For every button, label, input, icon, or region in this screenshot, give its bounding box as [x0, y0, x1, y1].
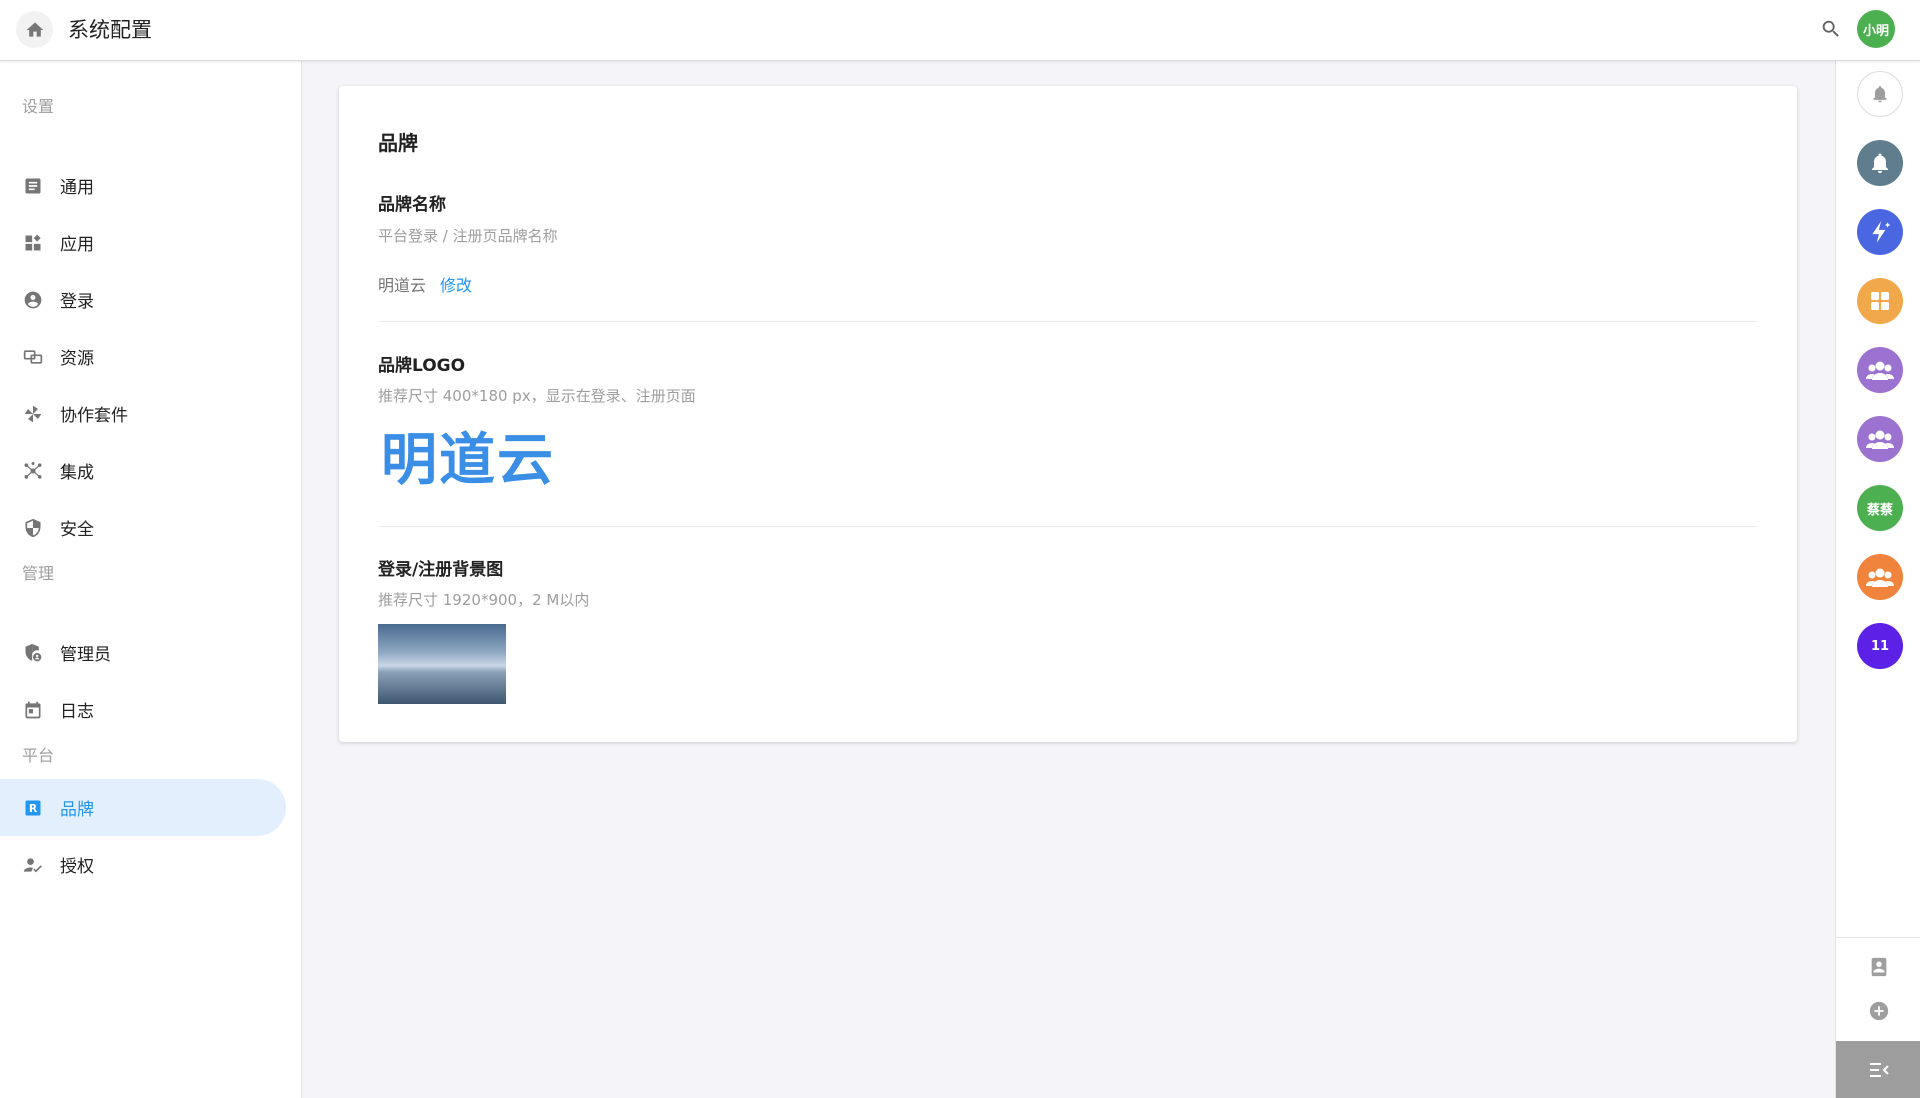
person-check-icon: [22, 854, 44, 876]
sidebar-item-resources[interactable]: 资源: [0, 328, 286, 385]
sidebar-item-label: 日志: [60, 702, 94, 722]
brand-r-icon: R: [22, 797, 44, 819]
contact-avatar-11[interactable]: 11: [1857, 623, 1903, 669]
apps-grid-icon: [22, 232, 44, 254]
notification-bot-button[interactable]: [1857, 140, 1903, 186]
group-icon: [1866, 361, 1894, 380]
sidebar-item-label: 集成: [60, 463, 94, 483]
section-label-manage: 管理: [22, 564, 55, 583]
sidebar-item-brand[interactable]: R 品牌: [0, 779, 286, 836]
pinwheel-icon: [22, 403, 44, 425]
resources-icon: [22, 346, 44, 368]
sidebar-item-apps[interactable]: 应用: [0, 214, 286, 271]
add-chat-button[interactable]: [1866, 998, 1892, 1024]
group-icon: [1866, 430, 1894, 449]
divider: [378, 321, 1758, 322]
collapse-menu-icon: [1869, 1062, 1889, 1077]
sidebar-item-label: 品牌: [60, 800, 94, 820]
brand-logo-image[interactable]: 明道云: [381, 422, 571, 500]
sidebar-item-general[interactable]: 通用: [0, 157, 286, 214]
sidebar-item-collab-suite[interactable]: 协作套件: [0, 385, 286, 442]
brand-name-value: 明道云: [378, 276, 427, 295]
search-icon: [1822, 20, 1839, 37]
contacts-button[interactable]: [1866, 954, 1892, 980]
group-chat-button-3[interactable]: [1857, 554, 1903, 600]
group-chat-button-2[interactable]: [1857, 416, 1903, 462]
right-rail: 蔡蔡 11: [1835, 61, 1920, 1098]
bg-image-label: 登录/注册背景图: [378, 560, 504, 580]
calendar-icon: [22, 699, 44, 721]
sidebar-item-label: 登录: [60, 292, 94, 312]
divider: [378, 526, 1758, 527]
search-button[interactable]: [1818, 16, 1844, 42]
sidebar-item-label: 管理员: [60, 645, 111, 665]
group-chat-button-1[interactable]: [1857, 347, 1903, 393]
admin-shield-icon: [22, 642, 44, 664]
collapse-rail-button[interactable]: [1836, 1041, 1920, 1098]
user-avatar[interactable]: 小明: [1857, 10, 1895, 48]
section-label-platform: 平台: [22, 746, 55, 765]
bell-icon: [1872, 153, 1888, 173]
sidebar-item-admins[interactable]: 管理员: [0, 624, 286, 681]
sidebar-item-logs[interactable]: 日志: [0, 681, 286, 738]
sidebar-item-license[interactable]: 授权: [0, 836, 286, 893]
bell-icon: [1873, 86, 1887, 103]
page-title: 系统配置: [68, 18, 152, 42]
notification-outline-button[interactable]: [1857, 71, 1903, 117]
svg-text:R: R: [29, 802, 38, 815]
group-icon: [1866, 568, 1894, 587]
shield-icon: [22, 517, 44, 539]
sidebar-item-label: 授权: [60, 857, 94, 877]
sidebar-item-label: 通用: [60, 178, 94, 198]
contacts-book-icon: [1871, 957, 1887, 977]
grid-icon: [1871, 292, 1889, 310]
sidebar-item-label: 协作套件: [60, 406, 128, 426]
sidebar-item-security[interactable]: 安全: [0, 499, 286, 556]
sidebar-item-login[interactable]: 登录: [0, 271, 286, 328]
brand-name-label: 品牌名称: [378, 195, 446, 215]
card-title: 品牌: [378, 131, 418, 155]
sidebar-item-label: 应用: [60, 235, 94, 255]
brand-settings-card: 品牌 品牌名称 平台登录 / 注册页品牌名称 明道云 修改 品牌LOGO 推荐尺…: [339, 86, 1797, 742]
article-icon: [22, 175, 44, 197]
home-icon: [26, 22, 43, 37]
add-circle-icon: [1869, 1001, 1889, 1021]
bg-image-thumbnail[interactable]: [378, 624, 506, 704]
rail-divider: [1836, 937, 1920, 938]
top-header: 系统配置 小明: [0, 0, 1920, 61]
bg-image-desc: 推荐尺寸 1920*900，2 M以内: [378, 591, 590, 609]
app-group-button[interactable]: [1857, 278, 1903, 324]
home-button[interactable]: [16, 11, 53, 48]
contact-avatar-caicai[interactable]: 蔡蔡: [1857, 485, 1903, 531]
edit-brand-name-link[interactable]: 修改: [440, 272, 472, 296]
sidebar-item-integration[interactable]: 集成: [0, 442, 286, 499]
ai-assistant-button[interactable]: [1857, 209, 1903, 255]
sparkle-bolt-icon: [1872, 221, 1891, 243]
brand-logo-text: 明道云: [381, 428, 555, 493]
sidebar-item-label: 安全: [60, 520, 94, 540]
brand-logo-label: 品牌LOGO: [378, 356, 466, 376]
account-circle-icon: [22, 289, 44, 311]
integration-hub-icon: [22, 460, 44, 482]
brand-name-desc: 平台登录 / 注册页品牌名称: [378, 227, 558, 245]
sidebar: 设置 通用 应用 登录 资源 协作套件 集成 安全 管理 管理员 日志 平台 R…: [0, 61, 302, 1098]
sidebar-item-label: 资源: [60, 349, 94, 369]
brand-logo-desc: 推荐尺寸 400*180 px，显示在登录、注册页面: [378, 387, 696, 405]
section-label-settings: 设置: [22, 97, 55, 116]
